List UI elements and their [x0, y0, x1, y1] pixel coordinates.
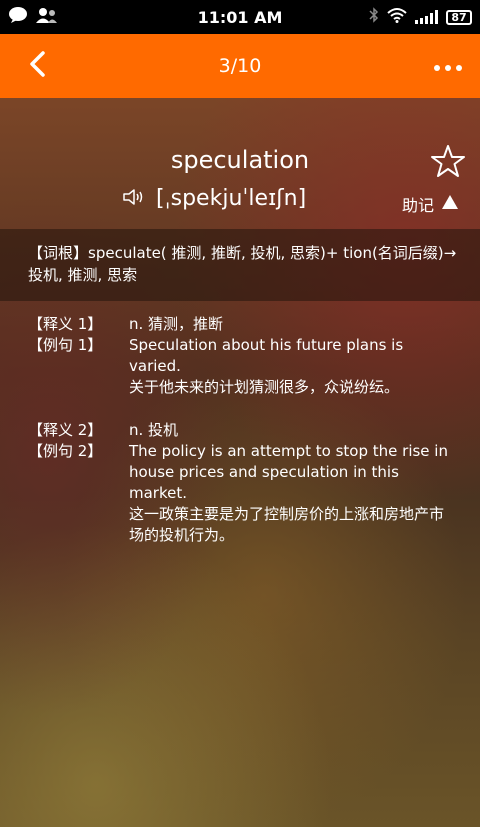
- pronunciation-text: [ˌspekjuˈleɪʃn]: [156, 186, 307, 211]
- status-bar: 11:01 AM 87: [0, 0, 480, 34]
- word-title: speculation: [170, 146, 310, 174]
- triangle-up-icon: [441, 194, 459, 214]
- page-counter: 3/10: [218, 55, 262, 77]
- root-label: 【词根】: [28, 244, 89, 262]
- bluetooth-icon: [369, 7, 379, 27]
- example-label: 【例句 1】: [28, 336, 103, 354]
- meaning-row: 【释义 1】 n. 猜测，推断: [28, 314, 458, 335]
- example-row: 【例句 1】 Speculation about his future plan…: [28, 335, 458, 398]
- root-text: speculate( 推测, 推断, 投机, 思索)+ tion(名词后缀)→投…: [28, 244, 457, 284]
- meaning-label: 【释义 2】: [28, 421, 103, 439]
- example-content: Speculation about his future plans is va…: [129, 335, 458, 398]
- battery-indicator: 87: [446, 9, 472, 25]
- status-right-icons: 87: [369, 7, 472, 27]
- definition-item: 【释义 2】 n. 投机 【例句 2】 The policy is an att…: [28, 420, 458, 546]
- example-english: The policy is an attempt to stop the ris…: [129, 442, 448, 502]
- contacts-icon: [36, 7, 58, 27]
- status-left-icons: [8, 6, 58, 28]
- top-nav-bar: 3/10: [0, 34, 480, 98]
- back-button[interactable]: [20, 48, 56, 84]
- meaning-row: 【释义 2】 n. 投机: [28, 420, 458, 441]
- back-arrow-icon: [28, 50, 48, 82]
- example-content: The policy is an attempt to stop the ris…: [129, 441, 458, 546]
- definitions-list: 【释义 1】 n. 猜测，推断 【例句 1】 Speculation about…: [28, 314, 458, 568]
- mnemonic-toggle-button[interactable]: 助记: [402, 192, 459, 216]
- more-dots-icon: [433, 57, 463, 76]
- meaning-text: n. 猜测，推断: [129, 315, 224, 333]
- example-label: 【例句 2】: [28, 442, 103, 460]
- speaker-icon[interactable]: [122, 187, 148, 211]
- wifi-icon: [387, 7, 407, 27]
- example-row: 【例句 2】 The policy is an attempt to stop …: [28, 441, 458, 546]
- favorite-button[interactable]: [430, 143, 466, 179]
- example-chinese: 关于他未来的计划猜测很多，众说纷纭。: [129, 378, 400, 396]
- root-panel: 【词根】speculate( 推测, 推断, 投机, 思索)+ tion(名词后…: [0, 229, 480, 301]
- chat-bubble-icon: [8, 6, 28, 28]
- meaning-text: n. 投机: [129, 421, 179, 439]
- mnemonic-label: 助记: [402, 196, 435, 215]
- example-chinese: 这一政策主要是为了控制房价的上涨和房地产市场的投机行为。: [129, 505, 445, 544]
- definition-item: 【释义 1】 n. 猜测，推断 【例句 1】 Speculation about…: [28, 314, 458, 398]
- pronunciation-row[interactable]: [ˌspekjuˈleɪʃn]: [122, 186, 306, 211]
- star-icon: [430, 145, 466, 183]
- example-english: Speculation about his future plans is va…: [129, 336, 404, 375]
- meaning-label: 【释义 1】: [28, 315, 103, 333]
- signal-icon: [415, 10, 438, 24]
- more-button[interactable]: [430, 50, 466, 82]
